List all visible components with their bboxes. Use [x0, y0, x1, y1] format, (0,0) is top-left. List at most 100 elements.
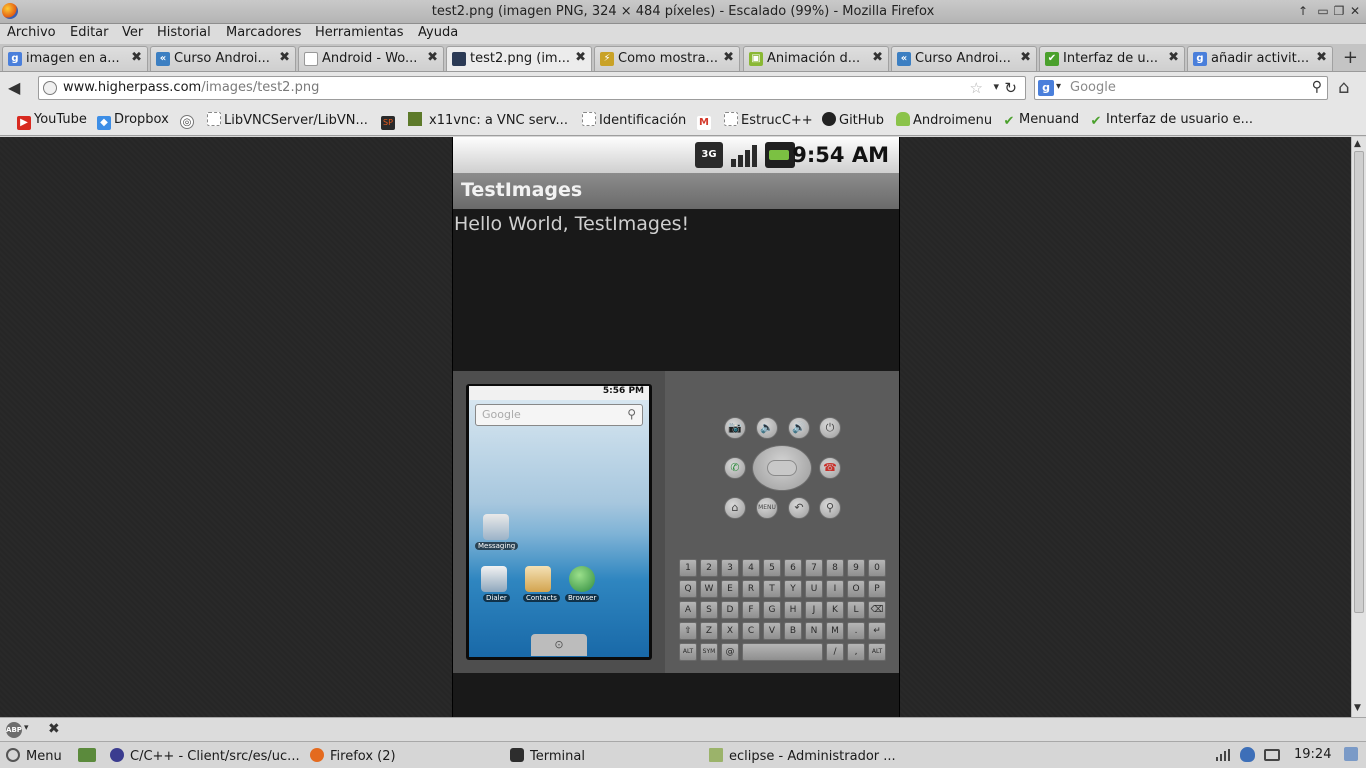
google-icon: g — [1193, 52, 1207, 66]
bookmark-androimenu[interactable]: Androimenu — [896, 112, 992, 128]
3g-icon: 3G — [695, 142, 723, 168]
bookmark-menuand[interactable]: ✔ Menuand — [1002, 112, 1080, 129]
battery-tray-icon[interactable] — [1264, 749, 1280, 761]
clock[interactable]: 19:24 — [1294, 747, 1331, 762]
key: X — [721, 622, 739, 640]
tab-2[interactable]: Android - Wo... ✖ — [298, 46, 444, 71]
search-icon[interactable]: ⚲ — [1312, 79, 1322, 95]
tab-close-icon[interactable]: ✖ — [1316, 50, 1327, 65]
key: B — [784, 622, 802, 640]
bookmark-github[interactable]: GitHub — [822, 112, 884, 128]
tab-close-icon[interactable]: ✖ — [1020, 50, 1031, 65]
task-label: C/C++ - Client/src/es/uc... — [130, 749, 300, 764]
url-path: /images/test2.png — [201, 80, 320, 95]
tab-0[interactable]: g imagen en a... ✖ — [2, 46, 148, 71]
bookmark-label: Identificación — [599, 113, 687, 128]
bookmark-star-icon[interactable]: ☆ — [970, 79, 983, 97]
tab-close-icon[interactable]: ✖ — [723, 50, 734, 65]
tab-label: imagen en a... — [26, 51, 120, 66]
adblock-dropdown-icon[interactable]: ▾ — [24, 723, 29, 733]
task-eclipse-cpp[interactable]: C/C++ - Client/src/es/uc... — [110, 748, 300, 764]
check-icon: ✔ — [1090, 114, 1102, 129]
shield-icon[interactable] — [1240, 747, 1255, 762]
home-icon[interactable]: ⌂ — [1338, 77, 1349, 98]
search-input[interactable]: Google — [1070, 80, 1116, 95]
bookmark-sp[interactable]: SP — [381, 112, 398, 130]
network-signal-icon[interactable] — [1216, 749, 1230, 761]
image-viewer: 3G 9:54 AM TestImages Hello World, TestI… — [0, 137, 1351, 717]
reload-icon[interactable]: ↻ — [1004, 79, 1017, 97]
bookmark-x11vnc[interactable]: x11vnc: a VNC serv... — [408, 112, 568, 128]
tab-1[interactable]: « Curso Androi... ✖ — [150, 46, 296, 71]
bookmark-identificacion[interactable]: Identificación — [582, 112, 686, 128]
adblock-icon[interactable]: ABP — [6, 722, 22, 738]
show-desktop-button[interactable] — [78, 748, 102, 764]
engine-dropdown-icon[interactable]: ▾ — [1056, 81, 1061, 92]
menu-herramientas[interactable]: Herramientas — [315, 25, 404, 40]
tab-close-icon[interactable]: ✖ — [279, 50, 290, 65]
task-firefox[interactable]: Firefox (2) — [310, 748, 396, 764]
bookmark-interfaz-usuario[interactable]: ✔ Interfaz de usuario e... — [1089, 112, 1254, 129]
bookmark-settings[interactable]: ◎ — [180, 112, 197, 129]
bookmark-estruccpp[interactable]: EstrucC++ — [724, 112, 813, 128]
tab-label: test2.png (im... — [470, 51, 570, 66]
google-engine-icon[interactable]: g — [1038, 80, 1054, 96]
bookmark-gmail[interactable]: M — [697, 112, 714, 130]
site-identity-icon[interactable] — [43, 81, 57, 95]
menu-bar: Archivo Editar Ver Historial Marcadores … — [0, 24, 1366, 44]
key: 4 — [742, 559, 760, 577]
user-icon[interactable] — [1344, 747, 1358, 761]
menu-ayuda[interactable]: Ayuda — [418, 25, 458, 40]
key: U — [805, 580, 823, 598]
tab-6[interactable]: « Curso Androi... ✖ — [891, 46, 1037, 71]
task-terminal[interactable]: Terminal — [510, 748, 585, 764]
bookmark-libvncserver[interactable]: LibVNCServer/LibVN... — [207, 112, 368, 128]
scroll-up-icon[interactable]: ▲ — [1354, 139, 1361, 149]
tab-8[interactable]: g añadir activit... ✖ — [1187, 46, 1333, 71]
back-button[interactable]: ◀ — [8, 78, 20, 97]
navigation-toolbar: ◀ www.higherpass.com/images/test2.png ☆ … — [0, 72, 1366, 104]
scroll-down-icon[interactable]: ▼ — [1354, 703, 1361, 713]
url-bar[interactable]: www.higherpass.com/images/test2.png ☆ ▾ … — [38, 76, 1026, 100]
tab-close-icon[interactable]: ✖ — [575, 50, 586, 65]
search-bar[interactable]: g ▾ Google ⚲ — [1034, 76, 1328, 100]
tab-close-icon[interactable]: ✖ — [872, 50, 883, 65]
new-tab-button[interactable]: + — [1343, 47, 1358, 68]
tab-close-icon[interactable]: ✖ — [1168, 50, 1179, 65]
key: O — [847, 580, 865, 598]
menu-editar[interactable]: Editar — [70, 25, 109, 40]
android-dev-icon: ▣ — [749, 52, 763, 66]
emulator-keyboard: 1 2 3 4 5 6 7 8 9 0 Q W E R T Y U I O P — [679, 559, 887, 663]
menu-archivo[interactable]: Archivo — [7, 25, 56, 40]
displayed-image[interactable]: 3G 9:54 AM TestImages Hello World, TestI… — [452, 137, 900, 717]
tab-4[interactable]: ⚡ Como mostra... ✖ — [594, 46, 740, 71]
tab-close-icon[interactable]: ✖ — [131, 50, 142, 65]
close-addon-bar-icon[interactable]: ✖ — [48, 721, 60, 737]
menu-ver[interactable]: Ver — [122, 25, 143, 40]
task-eclipse-admin[interactable]: eclipse - Administrador ... — [709, 748, 896, 764]
minimize-button[interactable]: ▭ — [1316, 4, 1330, 18]
tab-3-active[interactable]: test2.png (im... ✖ — [446, 46, 592, 71]
search-key-icon: ⚲ — [819, 497, 841, 519]
bookmark-dropbox[interactable]: ◆ Dropbox — [97, 112, 169, 130]
url-text[interactable]: www.higherpass.com/images/test2.png — [63, 80, 319, 95]
key: I — [826, 580, 844, 598]
maximize-button[interactable]: ❐ — [1332, 4, 1346, 18]
bookmark-youtube[interactable]: ▶ YouTube — [17, 112, 87, 130]
history-dropdown-icon[interactable]: ▾ — [993, 80, 999, 93]
tab-close-icon[interactable]: ✖ — [427, 50, 438, 65]
keep-above-button[interactable]: ↑ — [1296, 4, 1310, 18]
close-window-button[interactable]: ✕ — [1348, 4, 1362, 18]
key: Y — [784, 580, 802, 598]
start-menu-button[interactable]: Menu — [6, 748, 62, 764]
dpad — [752, 445, 812, 491]
vertical-scrollbar[interactable]: ▲ ▼ — [1351, 137, 1366, 717]
key: 0 — [868, 559, 886, 577]
tab-7[interactable]: ✔ Interfaz de u... ✖ — [1039, 46, 1185, 71]
tab-label: Como mostra... — [618, 51, 718, 66]
scroll-thumb[interactable] — [1354, 151, 1364, 613]
menu-historial[interactable]: Historial — [157, 25, 211, 40]
task-label: Firefox (2) — [330, 749, 396, 764]
menu-marcadores[interactable]: Marcadores — [226, 25, 301, 40]
tab-5[interactable]: ▣ Animación d... ✖ — [743, 46, 889, 71]
